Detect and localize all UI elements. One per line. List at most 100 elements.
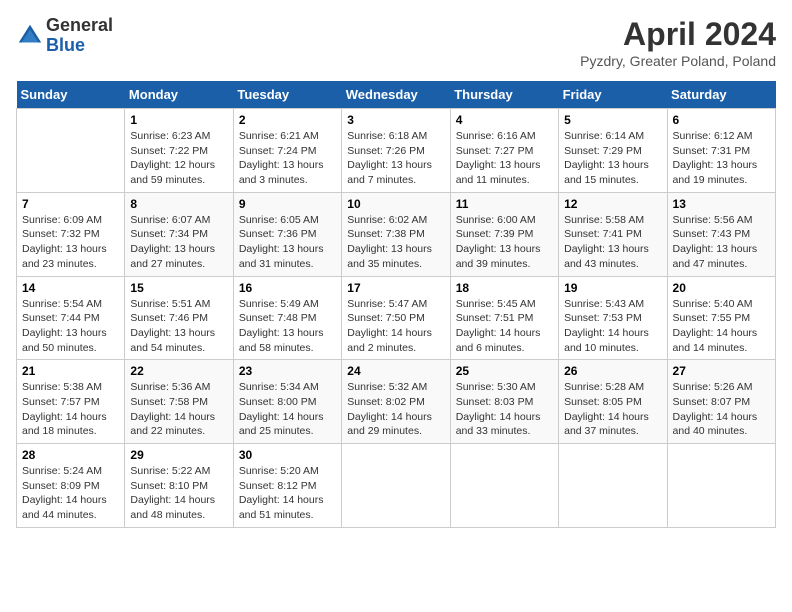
calendar-day-cell: 26 Sunrise: 5:28 AMSunset: 8:05 PMDayligh… [559,360,667,444]
day-info: Sunrise: 6:00 AMSunset: 7:39 PMDaylight:… [456,213,553,272]
calendar-week-row: 7Sunrise: 6:09 AMSunset: 7:32 PMDaylight… [17,192,776,276]
calendar-day-cell: 9 Sunrise: 6:05 AMSunset: 7:36 PMDaylight… [233,192,341,276]
header-friday: Friday [559,81,667,109]
calendar-day-cell [667,444,775,528]
day-number: 24 [347,364,444,378]
calendar-day-cell [342,444,450,528]
calendar-day-cell: 7Sunrise: 6:09 AMSunset: 7:32 PMDaylight… [17,192,125,276]
calendar-day-cell [17,109,125,193]
day-info: Sunrise: 5:40 AMSunset: 7:55 PMDaylight:… [673,297,770,356]
day-info: Sunrise: 5:38 AMSunset: 7:57 PMDaylight:… [22,380,119,439]
calendar-week-row: 1 Sunrise: 6:23 AMSunset: 7:22 PMDaylight… [17,109,776,193]
day-number: 30 [239,448,336,462]
calendar-day-cell: 3 Sunrise: 6:18 AMSunset: 7:26 PMDaylight… [342,109,450,193]
day-number: 14 [22,281,119,295]
day-number: 22 [130,364,227,378]
calendar-day-cell: 28Sunrise: 5:24 AMSunset: 8:09 PMDayligh… [17,444,125,528]
calendar-day-cell: 11Sunrise: 6:00 AMSunset: 7:39 PMDayligh… [450,192,558,276]
day-info: Sunrise: 6:07 AMSunset: 7:34 PMDaylight:… [130,213,227,272]
day-info: Sunrise: 6:12 AMSunset: 7:31 PMDaylight:… [673,129,770,188]
logo-blue-text: Blue [46,36,113,56]
title-block: April 2024 Pyzdry, Greater Poland, Polan… [580,16,776,69]
day-number: 29 [130,448,227,462]
day-number: 28 [22,448,119,462]
header-saturday: Saturday [667,81,775,109]
day-info: Sunrise: 5:32 AMSunset: 8:02 PMDaylight:… [347,380,444,439]
weekday-header-row: Sunday Monday Tuesday Wednesday Thursday… [17,81,776,109]
header-tuesday: Tuesday [233,81,341,109]
day-info: Sunrise: 5:28 AMSunset: 8:05 PMDaylight:… [564,380,661,439]
day-number: 12 [564,197,661,211]
day-number: 10 [347,197,444,211]
day-info: Sunrise: 6:18 AMSunset: 7:26 PMDaylight:… [347,129,444,188]
calendar-day-cell: 13 Sunrise: 5:56 AMSunset: 7:43 PMDayligh… [667,192,775,276]
calendar-day-cell: 19 Sunrise: 5:43 AMSunset: 7:53 PMDayligh… [559,276,667,360]
day-number: 5 [564,113,661,127]
day-number: 2 [239,113,336,127]
header-wednesday: Wednesday [342,81,450,109]
calendar-day-cell: 30 Sunrise: 5:20 AMSunset: 8:12 PMDayligh… [233,444,341,528]
calendar-day-cell: 1 Sunrise: 6:23 AMSunset: 7:22 PMDaylight… [125,109,233,193]
day-number: 17 [347,281,444,295]
day-number: 27 [673,364,770,378]
day-info: Sunrise: 5:43 AMSunset: 7:53 PMDaylight:… [564,297,661,356]
day-number: 4 [456,113,553,127]
calendar-day-cell: 23Sunrise: 5:34 AMSunset: 8:00 PMDayligh… [233,360,341,444]
day-number: 18 [456,281,553,295]
day-info: Sunrise: 6:23 AMSunset: 7:22 PMDaylight:… [130,129,227,188]
day-info: Sunrise: 5:20 AMSunset: 8:12 PMDaylight:… [239,464,336,523]
day-info: Sunrise: 5:49 AMSunset: 7:48 PMDaylight:… [239,297,336,356]
day-number: 20 [673,281,770,295]
day-info: Sunrise: 5:36 AMSunset: 7:58 PMDaylight:… [130,380,227,439]
calendar-day-cell [559,444,667,528]
day-info: Sunrise: 6:05 AMSunset: 7:36 PMDaylight:… [239,213,336,272]
header-monday: Monday [125,81,233,109]
day-number: 3 [347,113,444,127]
day-number: 8 [130,197,227,211]
calendar-week-row: 28Sunrise: 5:24 AMSunset: 8:09 PMDayligh… [17,444,776,528]
day-info: Sunrise: 5:26 AMSunset: 8:07 PMDaylight:… [673,380,770,439]
calendar-day-cell: 24 Sunrise: 5:32 AMSunset: 8:02 PMDayligh… [342,360,450,444]
calendar-day-cell: 5 Sunrise: 6:14 AMSunset: 7:29 PMDaylight… [559,109,667,193]
calendar-body: 1 Sunrise: 6:23 AMSunset: 7:22 PMDaylight… [17,109,776,528]
page-header: General Blue April 2024 Pyzdry, Greater … [16,16,776,69]
calendar-table: Sunday Monday Tuesday Wednesday Thursday… [16,81,776,528]
day-number: 26 [564,364,661,378]
calendar-day-cell: 4 Sunrise: 6:16 AMSunset: 7:27 PMDaylight… [450,109,558,193]
day-info: Sunrise: 6:09 AMSunset: 7:32 PMDaylight:… [22,213,119,272]
day-info: Sunrise: 6:16 AMSunset: 7:27 PMDaylight:… [456,129,553,188]
calendar-day-cell: 16 Sunrise: 5:49 AMSunset: 7:48 PMDayligh… [233,276,341,360]
day-number: 16 [239,281,336,295]
day-info: Sunrise: 5:56 AMSunset: 7:43 PMDaylight:… [673,213,770,272]
day-number: 15 [130,281,227,295]
calendar-day-cell [450,444,558,528]
logo-general-text: General [46,16,113,36]
day-info: Sunrise: 5:54 AMSunset: 7:44 PMDaylight:… [22,297,119,356]
day-number: 1 [130,113,227,127]
calendar-day-cell: 6Sunrise: 6:12 AMSunset: 7:31 PMDaylight… [667,109,775,193]
day-number: 13 [673,197,770,211]
day-info: Sunrise: 6:21 AMSunset: 7:24 PMDaylight:… [239,129,336,188]
calendar-day-cell: 17 Sunrise: 5:47 AMSunset: 7:50 PMDayligh… [342,276,450,360]
calendar-week-row: 14 Sunrise: 5:54 AMSunset: 7:44 PMDayligh… [17,276,776,360]
logo: General Blue [16,16,113,56]
day-info: Sunrise: 5:47 AMSunset: 7:50 PMDaylight:… [347,297,444,356]
day-number: 9 [239,197,336,211]
calendar-day-cell: 21Sunrise: 5:38 AMSunset: 7:57 PMDayligh… [17,360,125,444]
header-sunday: Sunday [17,81,125,109]
day-info: Sunrise: 5:45 AMSunset: 7:51 PMDaylight:… [456,297,553,356]
calendar-day-cell: 27 Sunrise: 5:26 AMSunset: 8:07 PMDayligh… [667,360,775,444]
day-number: 19 [564,281,661,295]
day-info: Sunrise: 5:30 AMSunset: 8:03 PMDaylight:… [456,380,553,439]
day-number: 25 [456,364,553,378]
calendar-day-cell: 25 Sunrise: 5:30 AMSunset: 8:03 PMDayligh… [450,360,558,444]
calendar-day-cell: 18 Sunrise: 5:45 AMSunset: 7:51 PMDayligh… [450,276,558,360]
logo-icon [16,22,44,50]
calendar-day-cell: 29 Sunrise: 5:22 AMSunset: 8:10 PMDayligh… [125,444,233,528]
day-info: Sunrise: 6:14 AMSunset: 7:29 PMDaylight:… [564,129,661,188]
calendar-day-cell: 22 Sunrise: 5:36 AMSunset: 7:58 PMDayligh… [125,360,233,444]
day-number: 23 [239,364,336,378]
day-info: Sunrise: 5:51 AMSunset: 7:46 PMDaylight:… [130,297,227,356]
day-info: Sunrise: 5:22 AMSunset: 8:10 PMDaylight:… [130,464,227,523]
day-info: Sunrise: 5:58 AMSunset: 7:41 PMDaylight:… [564,213,661,272]
